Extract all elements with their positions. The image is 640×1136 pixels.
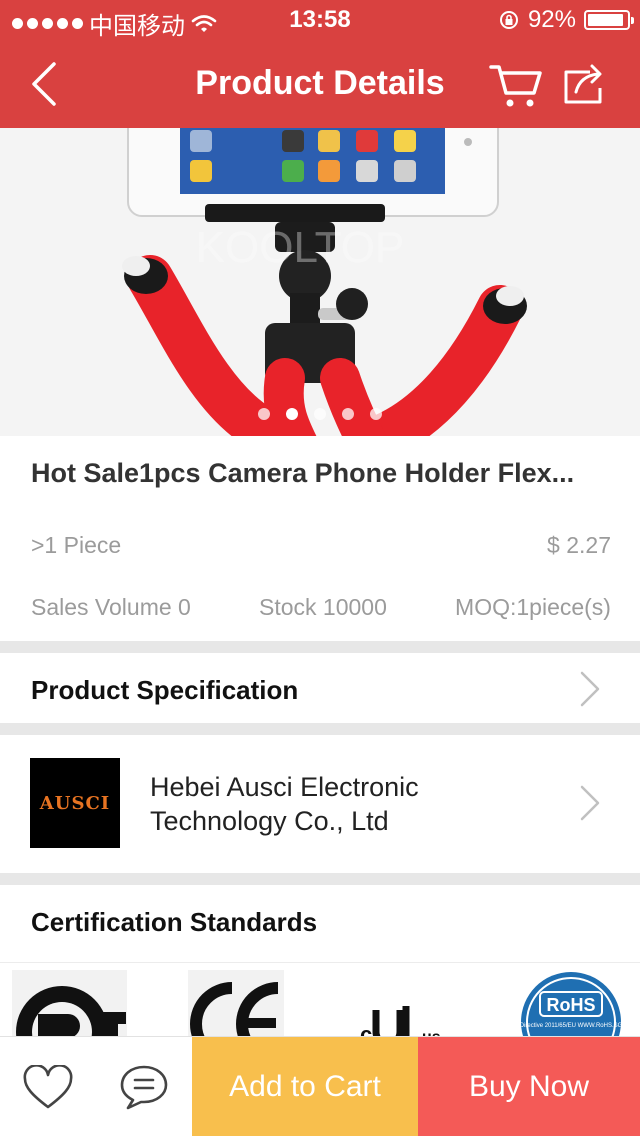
carousel-dot: [258, 408, 270, 420]
share-icon[interactable]: [560, 62, 608, 108]
ce-cert-icon: [188, 970, 284, 1040]
ul-cert-icon: c us: [356, 970, 452, 1040]
pct-cert-icon: [12, 970, 127, 1040]
section-divider: [0, 723, 640, 735]
certification-logos: c us RoHS Directive 2011/65/EU WWW.RoHS.…: [0, 964, 640, 1040]
rohs-cert-icon: RoHS Directive 2011/65/EU WWW.RoHS.SG: [520, 972, 623, 1040]
chat-icon[interactable]: [118, 1063, 170, 1111]
chevron-right-icon: [580, 671, 600, 707]
carousel-dot-active: [286, 408, 298, 420]
shopping-cart-icon[interactable]: [488, 60, 546, 110]
min-order-label: >1 Piece: [31, 532, 122, 558]
sales-volume: Sales Volume 0: [31, 594, 191, 620]
divider-line: [0, 962, 640, 963]
specification-title: Product Specification: [31, 675, 299, 705]
moq-label: MOQ:1piece(s): [455, 594, 611, 620]
product-title: Hot Sale1pcs Camera Phone Holder Flex...: [31, 458, 575, 488]
supplier-name: Hebei Ausci Electronic Technology Co., L…: [150, 772, 419, 836]
nav-header: Product Details: [0, 40, 640, 128]
battery-percent: 92%: [527, 6, 576, 33]
carousel-dot: [342, 408, 354, 420]
section-divider: [0, 873, 640, 885]
carousel-dot: [314, 408, 326, 420]
bottom-action-bar: Add to Cart Buy Now: [0, 1036, 640, 1136]
watermark-text: KOOLTOP: [196, 223, 405, 272]
supplier-logo: AUSCI: [30, 758, 120, 848]
rotation-lock-icon: [499, 11, 518, 29]
product-photo: KOOLTOP: [0, 128, 640, 436]
stats-row: Sales Volume 0 Stock 10000 MOQ:1piece(s): [31, 594, 611, 621]
stock-count: Stock 10000: [259, 594, 387, 620]
certification-title: Certification Standards: [31, 907, 318, 937]
section-divider: [0, 641, 640, 653]
svg-text:RoHS: RoHS: [547, 995, 596, 1015]
heart-icon[interactable]: [22, 1065, 74, 1111]
battery-icon: [584, 10, 634, 30]
svg-text:Directive 2011/65/EU WWW.RoHS.: Directive 2011/65/EU WWW.RoHS.SG: [520, 1023, 623, 1029]
buy-now-button[interactable]: Buy Now: [418, 1037, 640, 1136]
carousel-dots: [0, 408, 640, 420]
product-price: $ 2.27: [547, 532, 611, 558]
chevron-right-icon: [580, 785, 600, 821]
add-to-cart-button[interactable]: Add to Cart: [192, 1037, 418, 1136]
product-specification-row[interactable]: Product Specification: [0, 653, 640, 723]
carousel-dot: [370, 408, 382, 420]
product-image-carousel[interactable]: KOOLTOP: [0, 128, 640, 436]
status-bar: 中国移动 13:58 92%: [0, 0, 640, 40]
price-row: >1 Piece $ 2.27: [31, 532, 611, 559]
